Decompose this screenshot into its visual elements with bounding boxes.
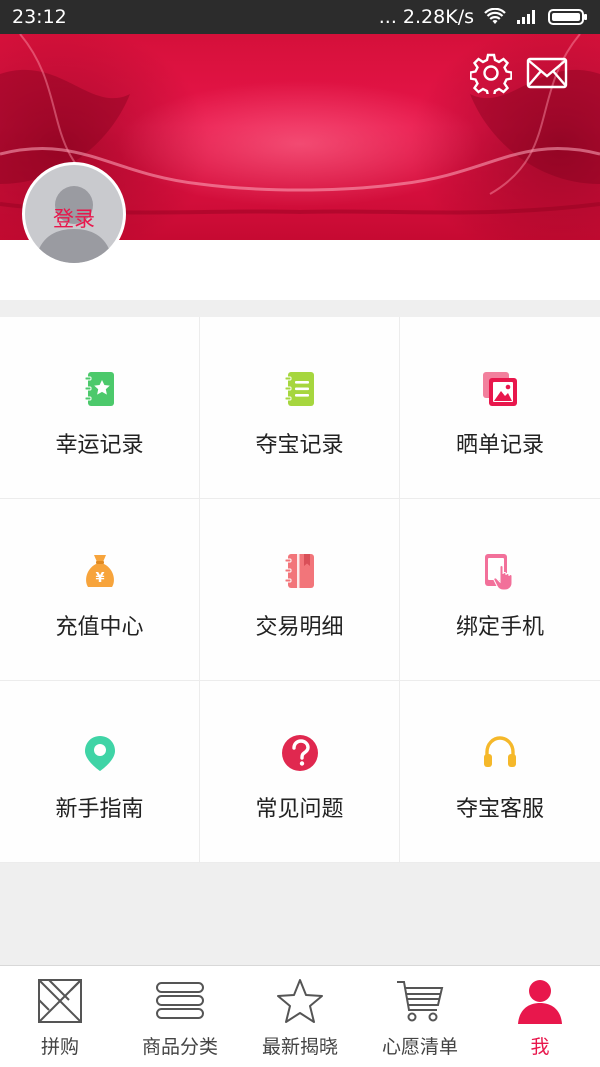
menu-item-label: 新手指南 <box>55 797 144 822</box>
stack-lines-icon <box>156 982 204 1019</box>
menu-item-label: 夺宝记录 <box>255 433 344 458</box>
wifi-icon <box>484 8 506 26</box>
battery-icon <box>548 8 588 26</box>
person-icon <box>518 980 562 1024</box>
menu-item-label: 交易明细 <box>255 615 344 640</box>
status-time: 23:12 <box>12 6 67 28</box>
avatar-login-button[interactable]: 登录 <box>22 162 126 266</box>
network-speed: ... 2.28K/s <box>378 6 474 28</box>
tab-categories[interactable]: 商品分类 <box>120 966 240 1067</box>
money-bag-icon: ¥ <box>85 555 114 587</box>
menu-item-label: 晒单记录 <box>455 433 544 458</box>
tab-label: 最新揭晓 <box>261 1036 338 1058</box>
menu-item-transaction-details[interactable]: 交易明细 <box>200 499 400 681</box>
headset-icon <box>484 736 516 767</box>
banner-actions <box>469 52 568 98</box>
bottom-tab-bar: 拼购 商品分类 最新揭晓 心愿清单 我 <box>0 965 600 1067</box>
menu-item-label: 绑定手机 <box>455 615 544 640</box>
status-indicators: ... 2.28K/s <box>379 6 588 28</box>
ledger-icon <box>284 554 314 588</box>
question-icon <box>281 735 318 771</box>
cart-icon <box>397 981 444 1022</box>
svg-text:¥: ¥ <box>95 571 104 586</box>
notebook-star-icon <box>84 372 114 406</box>
tab-label: 心愿清单 <box>381 1036 458 1058</box>
menu-item-label: 充值中心 <box>55 615 144 640</box>
tab-latest-draws[interactable]: 最新揭晓 <box>240 966 360 1067</box>
tab-label: 我 <box>530 1036 550 1058</box>
menu-item-bind-phone[interactable]: 绑定手机 <box>400 499 600 681</box>
menu-item-faq[interactable]: 常见问题 <box>200 681 400 863</box>
menu-item-label: 常见问题 <box>255 797 344 822</box>
signal-icon <box>516 9 538 25</box>
photo-stack-icon <box>483 372 517 406</box>
menu-item-showcase-records[interactable]: 晒单记录 <box>400 317 600 499</box>
tangram-icon <box>38 979 82 1023</box>
tab-wishlist[interactable]: 心愿清单 <box>360 966 480 1067</box>
gear-icon[interactable] <box>469 52 513 98</box>
menu-item-label: 幸运记录 <box>55 433 144 458</box>
mail-icon[interactable] <box>526 57 568 93</box>
tab-me[interactable]: 我 <box>480 966 600 1067</box>
tab-group-buy[interactable]: 拼购 <box>0 966 120 1067</box>
menu-item-treasure-records[interactable]: 夺宝记录 <box>200 317 400 499</box>
menu-item-label: 夺宝客服 <box>455 797 544 822</box>
menu-item-lucky-records[interactable]: 幸运记录 <box>0 317 200 499</box>
star-icon <box>277 979 323 1023</box>
menu-item-customer-service[interactable]: 夺宝客服 <box>400 681 600 863</box>
menu-grid: 幸运记录 夺宝记录 晒单记录 ¥ 充值中心 交易明细 绑定手机 新手指南 常见问… <box>0 317 600 863</box>
notebook-lines-icon <box>284 372 314 406</box>
location-pin-icon <box>84 736 115 771</box>
login-label: 登录 <box>53 207 95 231</box>
tab-label: 商品分类 <box>141 1036 218 1058</box>
tab-label: 拼购 <box>40 1036 79 1058</box>
menu-item-recharge-center[interactable]: ¥ 充值中心 <box>0 499 200 681</box>
status-bar: 23:12 ... 2.28K/s <box>0 0 600 34</box>
menu-item-beginner-guide[interactable]: 新手指南 <box>0 681 200 863</box>
phone-tap-icon <box>485 554 513 591</box>
